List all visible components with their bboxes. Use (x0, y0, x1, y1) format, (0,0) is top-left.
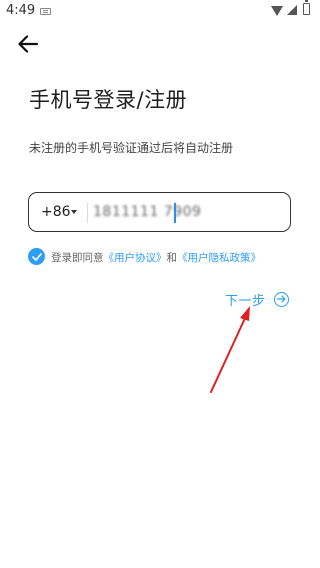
phone-input-box: +86 (28, 192, 291, 232)
status-time: 4:49 (6, 3, 36, 18)
text-cursor (174, 203, 176, 223)
agreement-conjunction: 和 (166, 252, 178, 264)
privacy-policy-link[interactable]: 《用户隐私政策》 (177, 252, 261, 264)
keyboard-icon (40, 8, 51, 15)
agreement-checkbox[interactable] (28, 248, 45, 265)
page-subtitle: 未注册的手机号验证通过后将自动注册 (29, 141, 234, 155)
field-divider (87, 203, 88, 223)
status-bar: 4:49 (0, 0, 320, 24)
page-title: 手机号登录/注册 (29, 88, 188, 112)
agreement-text: 登录即同意《用户协议》和《用户隐私政策》 (51, 250, 261, 265)
signal-icon (287, 5, 297, 15)
battery-icon (303, 0, 310, 15)
phone-number-input[interactable] (93, 200, 263, 224)
next-label[interactable]: 下一步 (225, 290, 266, 309)
arrow-right-circle-icon[interactable] (273, 291, 289, 307)
checkmark-icon (31, 252, 42, 261)
user-agreement-link[interactable]: 《用户协议》 (104, 252, 167, 264)
country-code[interactable]: +86 (41, 204, 71, 220)
caret-down-icon[interactable] (71, 210, 77, 214)
wifi-icon (271, 6, 283, 16)
back-button[interactable] (14, 30, 42, 58)
next-button[interactable]: 下一步 (225, 289, 289, 309)
agreement-prefix: 登录即同意 (51, 252, 104, 264)
arrow-left-icon (18, 35, 38, 53)
